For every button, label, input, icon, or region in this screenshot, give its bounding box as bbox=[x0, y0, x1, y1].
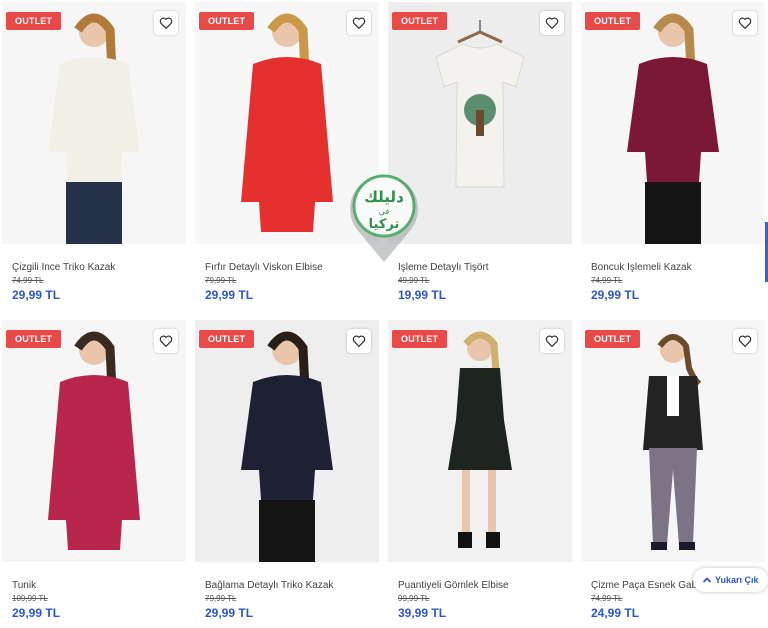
product-photo bbox=[48, 13, 140, 244]
outlet-badge: OUTLET bbox=[199, 330, 255, 348]
product-photo bbox=[627, 13, 719, 244]
product-price: 29,99 TL bbox=[205, 288, 254, 302]
product-price: 29,99 TL bbox=[591, 288, 640, 302]
product-grid: OUTLET Çizgili İnce Triko Kazak 74,99 TL… bbox=[0, 0, 768, 628]
product-photo bbox=[643, 334, 703, 550]
product-image[interactable]: OUTLET bbox=[195, 320, 379, 562]
product-old-price: 74,99 TL bbox=[12, 276, 44, 285]
product-card[interactable]: OUTLET Çizgili İnce Triko Kazak 74,99 TL… bbox=[2, 2, 186, 302]
product-price: 19,99 TL bbox=[398, 288, 447, 302]
product-name[interactable]: Tunik bbox=[12, 580, 186, 591]
product-old-price: 109,99 TL bbox=[12, 594, 48, 603]
outlet-badge: OUTLET bbox=[199, 12, 255, 30]
favorite-button[interactable] bbox=[154, 329, 178, 353]
product-old-price: 74,99 TL bbox=[591, 594, 623, 603]
product-card[interactable]: OUTLET Boncuk İşlemeli Kazak 74,99 TL 29… bbox=[581, 2, 765, 302]
favorite-button[interactable] bbox=[347, 11, 371, 35]
outlet-badge: OUTLET bbox=[585, 12, 641, 30]
chevron-up-icon bbox=[702, 577, 712, 583]
favorite-button[interactable] bbox=[154, 11, 178, 35]
outlet-badge: OUTLET bbox=[585, 330, 641, 348]
product-image[interactable]: OUTLET bbox=[2, 320, 186, 562]
favorite-button[interactable] bbox=[733, 329, 757, 353]
product-image[interactable]: OUTLET bbox=[581, 2, 765, 244]
product-price: 29,99 TL bbox=[12, 606, 61, 620]
svg-text:دليلك: دليلك bbox=[364, 188, 404, 206]
product-image[interactable]: OUTLET bbox=[2, 2, 186, 244]
outlet-badge: OUTLET bbox=[6, 12, 62, 30]
product-old-price: 79,99 TL bbox=[205, 276, 237, 285]
product-photo bbox=[448, 331, 512, 548]
product-card[interactable]: OUTLET Puantiyeli Gömlek Elbise 99,99 TL… bbox=[388, 320, 572, 620]
svg-text:في: في bbox=[379, 207, 390, 216]
watermark-logo: دليلك في تركيا bbox=[345, 170, 423, 266]
scroll-to-top-label: Yukarı Çık bbox=[715, 575, 759, 585]
heart-icon bbox=[159, 335, 173, 347]
favorite-button[interactable] bbox=[540, 329, 564, 353]
product-card[interactable]: OUTLET Tunik 109,99 TL 29,99 TL bbox=[2, 320, 186, 620]
product-name[interactable]: Çizgili İnce Triko Kazak bbox=[12, 262, 186, 273]
product-old-price: 74,99 TL bbox=[591, 276, 623, 285]
product-name[interactable]: İşleme Detaylı Tişört bbox=[398, 262, 572, 273]
product-image[interactable]: OUTLET bbox=[388, 320, 572, 562]
scroll-to-top-button[interactable]: Yukarı Çık bbox=[693, 568, 768, 592]
product-old-price: 79,99 TL bbox=[205, 594, 237, 603]
product-price: 29,99 TL bbox=[205, 606, 254, 620]
product-image[interactable]: OUTLET bbox=[581, 320, 765, 562]
outlet-badge: OUTLET bbox=[392, 12, 448, 30]
product-old-price: 49,99 TL bbox=[398, 276, 430, 285]
product-card[interactable]: OUTLET Bağlama Detaylı Triko Kazak 79,99… bbox=[195, 320, 379, 620]
heart-icon bbox=[352, 335, 366, 347]
product-photo bbox=[48, 331, 140, 550]
heart-icon bbox=[352, 17, 366, 29]
outlet-badge: OUTLET bbox=[392, 330, 448, 348]
heart-icon bbox=[545, 335, 559, 347]
product-name[interactable]: Bağlama Detaylı Triko Kazak bbox=[205, 580, 379, 591]
heart-icon bbox=[159, 17, 173, 29]
favorite-button[interactable] bbox=[540, 11, 564, 35]
product-name[interactable]: Puantiyeli Gömlek Elbise bbox=[398, 580, 572, 591]
heart-icon bbox=[738, 335, 752, 347]
product-price: 39,99 TL bbox=[398, 606, 447, 620]
heart-icon bbox=[545, 17, 559, 29]
product-photo bbox=[241, 331, 333, 562]
product-price: 24,99 TL bbox=[591, 606, 640, 620]
product-old-price: 99,99 TL bbox=[398, 594, 430, 603]
product-price: 29,99 TL bbox=[12, 288, 61, 302]
favorite-button[interactable] bbox=[733, 11, 757, 35]
favorite-button[interactable] bbox=[347, 329, 371, 353]
svg-text:تركيا: تركيا bbox=[369, 217, 400, 232]
outlet-badge: OUTLET bbox=[6, 330, 62, 348]
product-name[interactable]: Boncuk İşlemeli Kazak bbox=[591, 262, 765, 273]
heart-icon bbox=[738, 17, 752, 29]
